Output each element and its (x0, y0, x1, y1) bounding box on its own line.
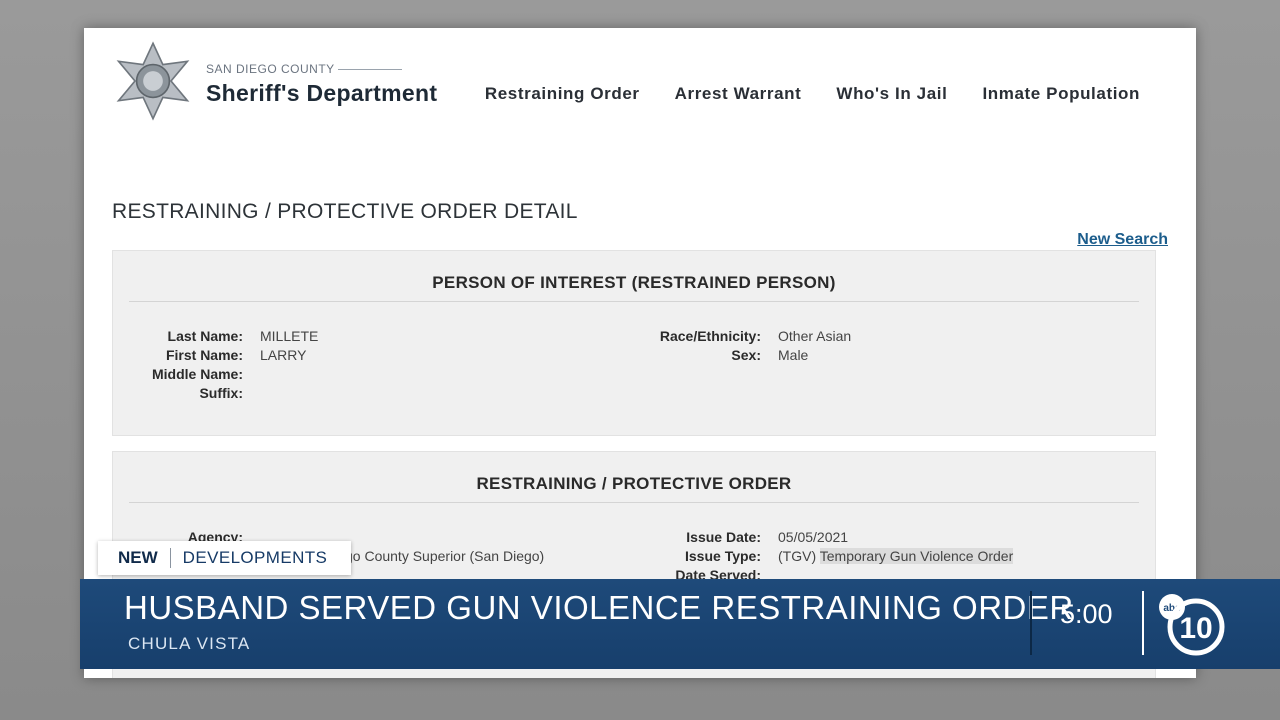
field-label: Issue Date: (686, 529, 761, 545)
new-search-link[interactable]: New Search (1077, 231, 1168, 249)
nav-arrest-warrant[interactable]: Arrest Warrant (675, 84, 802, 104)
main-nav: Restraining Order Arrest Warrant Who's I… (485, 84, 1140, 104)
abc10-logo-icon: abc 10 (1159, 594, 1225, 656)
person-of-interest-panel: PERSON OF INTEREST (RESTRAINED PERSON) L… (112, 250, 1156, 436)
field-label: Race/Ethnicity: (659, 328, 761, 344)
page-title: RESTRAINING / PROTECTIVE ORDER DETAIL (112, 200, 578, 223)
chyron-location: CHULA VISTA (128, 634, 251, 653)
chyron-divider (1030, 591, 1032, 655)
news-chyron: HUSBAND SERVED GUN VIOLENCE RESTRAINING … (80, 579, 1280, 669)
issue-type-code: (TGV) (778, 548, 817, 564)
chyron-tag: NEW DEVELOPMENTS (98, 541, 352, 575)
tag-developments: DEVELOPMENTS (182, 548, 328, 567)
order-panel-heading: RESTRAINING / PROTECTIVE ORDER (129, 452, 1139, 503)
issue-type-highlight: Temporary Gun Violence Order (819, 548, 1014, 564)
nav-whos-in-jail[interactable]: Who's In Jail (836, 84, 947, 104)
nav-restraining-order[interactable]: Restraining Order (485, 84, 640, 104)
field-label: Suffix: (199, 385, 243, 401)
person-panel-heading: PERSON OF INTEREST (RESTRAINED PERSON) (129, 251, 1139, 302)
chyron-time: 5:00 (1060, 599, 1113, 629)
field-value: Male (778, 347, 809, 363)
field-label: Middle Name: (151, 366, 243, 382)
field-value: 05/05/2021 (778, 529, 849, 545)
brand-department: Sheriff's Department (206, 80, 438, 106)
tag-new: NEW (118, 548, 158, 567)
field-suffix: Suffix: (113, 384, 1153, 403)
brand-divider (338, 69, 402, 70)
field-race-ethnicity: Race/Ethnicity: Other Asian (113, 327, 1153, 346)
nav-inmate-population[interactable]: Inmate Population (982, 84, 1140, 104)
field-value: (TGV) Temporary Gun Violence Order (778, 547, 1014, 566)
field-label: Sex: (731, 347, 761, 363)
svg-text:10: 10 (1179, 612, 1212, 645)
sheriff-star-icon (116, 41, 190, 121)
field-label: Issue Type: (685, 548, 761, 564)
field-sex: Sex: Male (113, 346, 1153, 365)
chyron-headline: HUSBAND SERVED GUN VIOLENCE RESTRAINING … (124, 589, 1074, 626)
field-value: Other Asian (778, 328, 852, 344)
field-middle-name: Middle Name: (113, 365, 1153, 384)
chyron-divider-light (1142, 591, 1144, 655)
brand-county: SAN DIEGO COUNTY (206, 62, 335, 76)
tag-separator (169, 548, 171, 568)
